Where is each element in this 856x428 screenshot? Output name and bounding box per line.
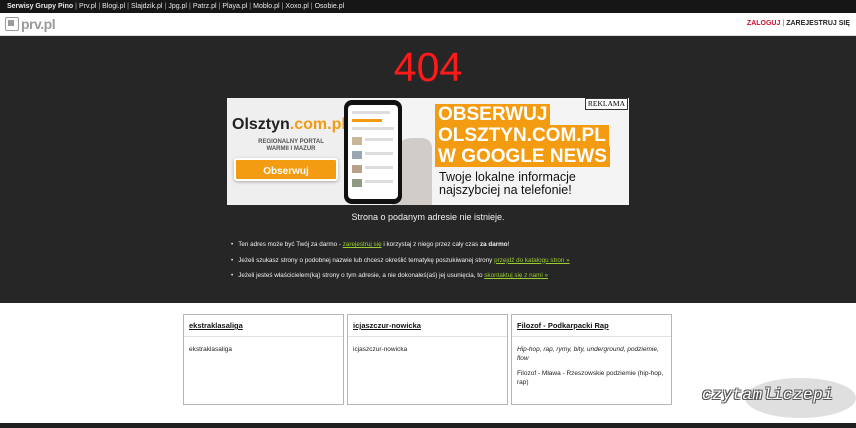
watermark: czytamliczepi [697,378,856,418]
network-link-osobie[interactable]: Osobie.pl [315,3,345,10]
phone-image [344,100,402,204]
error-code: 404 [393,44,463,90]
network-link-playa[interactable]: Playa.pl [222,3,247,10]
network-link-patrz[interactable]: Patrz.pl [193,3,217,10]
top-network-bar: Serwisy Grupy Pino | Prv.pl | Blogi.pl | Slajd… [0,0,856,13]
help-item-register: Ten adres może być Twój za darmo - zarej… [231,237,570,253]
help-item-catalog: Jeżeli szukasz strony o podobnej nazwie … [231,253,570,269]
help-item-contact: Jeżeli jesteś właścicielem(ką) strony o … [231,268,570,284]
network-link-moblo[interactable]: Moblo.pl [253,3,279,10]
site-card-text: icjaszczur-nowicka [353,346,408,353]
ad-label: REKLAMA [584,98,628,110]
network-brand: Serwisy Grupy Pino [7,3,74,10]
site-card-title[interactable]: icjaszczur-nowicka [353,321,502,330]
network-link-prv[interactable]: Prv.pl [79,3,96,10]
site-card-text: ekstraklasaliga [189,346,232,353]
prv-logo[interactable]: prv.pl [5,16,56,32]
site-header: prv.pl ZALOGUJ | ZAREJESTRUJ SIĘ [0,13,856,36]
phone-screen [348,105,398,199]
logo-text: prv.pl [21,16,56,32]
site-card-description: Hip-hop, rap, rymy, bity, underground, p… [517,346,659,362]
banner-headline-3: W GOOGLE NEWS [435,146,610,168]
banner-headline-1: OBSERWUJ [435,104,551,126]
banner-follow-button[interactable]: Obserwuj [234,158,338,181]
site-card[interactable]: Filozof - Podkarpacki Rap Hip-hop, rap, … [511,314,672,405]
site-card[interactable]: ekstraklasaliga ekstraklasaliga [183,314,344,405]
auth-links: ZALOGUJ | ZAREJESTRUJ SIĘ [746,20,850,27]
banner-headline-2: OLSZTYN.COM.PL [435,125,609,147]
footer-strip [0,423,856,428]
site-card-title[interactable]: Filozof - Podkarpacki Rap [517,321,666,330]
error-section: 404 Olsztyn.com.pl REGIONALNY PORTAL WAR… [0,36,856,303]
not-found-message: Strona o podanym adresie nie istnieje. [351,212,505,222]
site-card-text: Filozof - Mława - Rzeszowskie podziemie … [517,370,664,386]
network-link-blogi[interactable]: Blogi.pl [102,3,125,10]
site-card[interactable]: icjaszczur-nowicka icjaszczur-nowicka [347,314,508,405]
logo-square-icon [5,17,19,31]
site-card-title[interactable]: ekstraklasaliga [189,321,338,330]
network-link-jpg[interactable]: Jpg.pl [168,3,187,10]
watermark-text: czytamliczepi [702,386,834,404]
ad-banner[interactable]: Olsztyn.com.pl REGIONALNY PORTAL WARMII … [227,98,629,205]
login-link[interactable]: ZALOGUJ [747,20,780,27]
banner-subtitle-2: WARMII I MAZUR [266,146,316,152]
contact-link[interactable]: skontaktuj się z nami » [484,272,548,279]
network-link-xoxo[interactable]: Xoxo.pl [285,3,308,10]
help-list: Ten adres może być Twój za darmo - zarej… [231,237,570,284]
catalog-link[interactable]: przejdź do katalogu stron » [494,257,570,264]
register-free-link[interactable]: zarejestruj się [343,241,382,248]
network-link-slajdzik[interactable]: Slajdzik.pl [131,3,163,10]
banner-logo: Olsztyn.com.pl [232,116,346,133]
banner-tagline: Twoje lokalne informacje najszybciej na t… [439,170,576,197]
register-link[interactable]: ZAREJESTRUJ SIĘ [786,20,850,27]
banner-subtitle-1: REGIONALNY PORTAL [258,139,324,145]
